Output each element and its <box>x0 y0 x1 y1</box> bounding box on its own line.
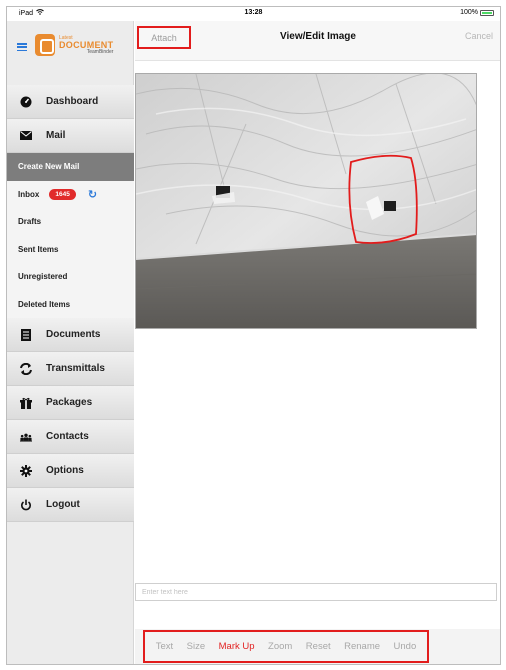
sidebar-item-label: Sent Items <box>18 244 59 254</box>
logo-mark-icon <box>35 34 55 56</box>
sidebar-item-label: Create New Mail <box>18 162 80 172</box>
sidebar-item-drafts[interactable]: Drafts <box>7 208 134 236</box>
battery-icon <box>480 9 494 16</box>
logo-sub-text: TeamBinder <box>86 48 114 55</box>
sidebar-item-inbox[interactable]: Inbox 1645 ↻ <box>7 180 134 208</box>
documents-icon <box>20 328 32 341</box>
sidebar-item-label: Logout <box>46 499 80 510</box>
tool-mark-up[interactable]: Mark Up <box>219 641 255 652</box>
app-logo: Latest DOCUMENT TeamBinder <box>35 34 113 56</box>
sidebar-item-sent-items[interactable]: Sent Items <box>7 235 134 263</box>
sidebar-item-label: Transmittals <box>46 363 105 374</box>
sidebar-item-logout[interactable]: Logout <box>7 488 134 522</box>
tool-text[interactable]: Text <box>156 641 173 652</box>
sidebar-item-transmittals[interactable]: Transmittals <box>7 352 134 386</box>
status-bar: iPad 13:28 100% <box>7 7 500 21</box>
cancel-button[interactable]: Cancel <box>465 31 493 41</box>
sidebar-item-label: Contacts <box>46 431 89 442</box>
markup-toolbar: Text Size Mark Up Zoom Reset Rename Undo <box>143 630 429 663</box>
hamburger-menu-icon[interactable] <box>17 43 27 51</box>
sidebar-item-documents[interactable]: Documents <box>7 318 134 352</box>
gear-icon <box>20 464 32 477</box>
ipad-screen: iPad 13:28 100% Latest DOCUMENT TeamBind… <box>6 6 501 665</box>
mail-icon <box>20 130 32 142</box>
note-text-input[interactable] <box>135 583 497 601</box>
sidebar-item-label: Unregistered <box>18 272 68 282</box>
sidebar-item-label: Documents <box>46 329 101 340</box>
sidebar-item-options[interactable]: Options <box>7 454 134 488</box>
editable-photo[interactable] <box>135 73 477 329</box>
sidebar: Latest DOCUMENT TeamBinder Dashboard Mai… <box>7 21 134 664</box>
tool-reset[interactable]: Reset <box>306 641 331 652</box>
sidebar-item-label: Options <box>46 465 84 476</box>
sidebar-item-create-new-mail[interactable]: Create New Mail <box>7 153 134 181</box>
editor-header: Attach View/Edit Image Cancel <box>135 21 500 61</box>
page-title: View/Edit Image <box>280 31 356 42</box>
sidebar-item-deleted-items[interactable]: Deleted Items <box>7 290 134 318</box>
tool-rename[interactable]: Rename <box>344 641 380 652</box>
sidebar-item-contacts[interactable]: Contacts <box>7 420 134 454</box>
transmittals-icon <box>20 362 32 375</box>
dashboard-icon <box>20 96 32 108</box>
sidebar-item-label: Dashboard <box>46 96 99 107</box>
image-editor: Attach View/Edit Image Cancel Enter text… <box>135 21 500 664</box>
photo-canvas[interactable] <box>136 74 477 329</box>
inbox-count-badge: 1645 <box>49 188 76 200</box>
tool-size[interactable]: Size <box>187 641 205 652</box>
clock: 13:28 <box>244 9 263 16</box>
sidebar-header: Latest DOCUMENT TeamBinder <box>7 21 133 85</box>
sidebar-item-packages[interactable]: Packages <box>7 386 134 420</box>
sidebar-item-label: Packages <box>46 397 93 408</box>
sidebar-item-unregistered[interactable]: Unregistered <box>7 263 134 291</box>
sidebar-item-label: Inbox <box>18 189 40 199</box>
sidebar-item-mail[interactable]: Mail <box>7 119 134 153</box>
battery: 100% <box>460 9 494 16</box>
tool-undo[interactable]: Undo <box>394 641 417 652</box>
sidebar-item-dashboard[interactable]: Dashboard <box>7 85 134 119</box>
contacts-icon <box>20 431 32 443</box>
tool-zoom[interactable]: Zoom <box>268 641 292 652</box>
packages-icon <box>20 397 32 409</box>
sidebar-item-label: Deleted Items <box>18 299 71 309</box>
battery-percent: 100% <box>460 9 478 16</box>
markup-toolbar-area: Text Size Mark Up Zoom Reset Rename Undo <box>135 629 500 664</box>
sidebar-item-label: Mail <box>46 130 66 141</box>
power-icon <box>20 499 32 511</box>
sidebar-item-label: Drafts <box>18 217 42 227</box>
refresh-icon[interactable]: ↻ <box>88 188 97 201</box>
sidebar-nav: Dashboard Mail Create New Mail Inbox 164… <box>7 85 134 522</box>
